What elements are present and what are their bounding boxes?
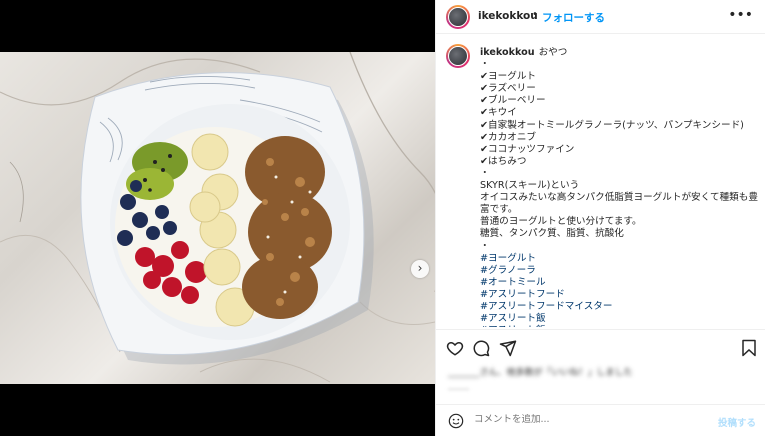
hashtag-link[interactable]: #ヨーグルト <box>480 253 762 265</box>
caption-line: ✔ラズベリー <box>480 83 536 95</box>
emoji-icon[interactable] <box>448 413 464 429</box>
post-header: ikekokkou • フォローする ••• <box>436 0 765 34</box>
username-link[interactable]: ikekokkou <box>478 10 538 22</box>
more-horizontal-icon[interactable]: ••• <box>728 7 753 23</box>
post-media: › <box>0 0 435 436</box>
caption-line: オイコスみたいな高タンパク低脂質ヨーグルトが安くて種類も豊富です。 <box>480 192 758 216</box>
caption-line: ✔ココナッツファイン <box>480 143 575 155</box>
hashtag-link[interactable]: #アスリート飯 <box>480 325 762 327</box>
heart-icon[interactable] <box>446 339 464 357</box>
follow-button[interactable]: フォローする <box>542 10 605 25</box>
caption-text: ikekokkou おやつ ・ ✔ヨーグルト ✔ラズベリー ✔ブルーベリー ✔キウイ ✔自家… <box>480 47 762 327</box>
post-panel: ikekokkou • フォローする ••• ikekokkou おやつ ・ ✔ヨー… <box>435 0 765 436</box>
bookmark-icon[interactable] <box>740 339 758 357</box>
hashtag-link[interactable]: #アスリートフード <box>480 289 762 301</box>
caption-avatar[interactable] <box>446 44 470 68</box>
post-comment-button[interactable]: 投稿する <box>718 415 756 429</box>
hashtag-link[interactable]: #オートミール <box>480 277 762 289</box>
caption-username[interactable]: ikekokkou <box>480 47 535 58</box>
hashtag-link[interactable]: #アスリート飯 <box>480 313 762 325</box>
next-photo-button[interactable]: › <box>411 260 429 278</box>
hashtag-link[interactable]: #アスリートフードマイスター <box>480 301 762 313</box>
post-date[interactable]: ______ <box>448 382 469 390</box>
chevron-right-icon: › <box>417 261 423 275</box>
caption-line: ikekokkou おやつ <box>480 47 568 58</box>
caption-line: ・ <box>480 59 490 71</box>
comment-icon[interactable] <box>472 339 490 357</box>
caption-line: ✔カカオニブ <box>480 131 537 143</box>
caption-line: 糖質、タンパク質、脂質、抗酸化 <box>480 228 624 240</box>
avatar[interactable] <box>446 5 470 29</box>
caption-line: ✔はちみつ <box>480 155 527 167</box>
caption-line: ✔キウイ <box>480 107 517 119</box>
action-bar <box>436 329 765 365</box>
share-icon[interactable] <box>499 339 517 357</box>
likes-text[interactable]: _______さん、他多数が「いいね！」しました <box>448 365 633 378</box>
caption: ikekokkou おやつ ・ ✔ヨーグルト ✔ラズベリー ✔ブルーベリー ✔キウイ ✔自家… <box>436 35 765 327</box>
comment-box: 投稿する <box>436 404 765 436</box>
caption-line: 普通のヨーグルトと使い分けてます。 <box>480 216 642 228</box>
comment-input[interactable] <box>474 414 674 425</box>
caption-line: ・ <box>480 167 490 179</box>
food-bowl-image <box>0 52 435 383</box>
caption-line: SKYR(スキール)という <box>480 180 580 192</box>
hashtag-link[interactable]: #グラノーラ <box>480 265 762 277</box>
caption-line: ・ <box>480 240 490 252</box>
post-photo[interactable]: › <box>0 52 435 384</box>
caption-line: ✔ヨーグルト <box>480 71 537 83</box>
separator-dot: • <box>532 9 538 20</box>
caption-line: ✔自家製オートミールグラノーラ(ナッツ、パンプキンシード) <box>480 119 744 131</box>
caption-line: ✔ブルーベリー <box>480 95 546 107</box>
